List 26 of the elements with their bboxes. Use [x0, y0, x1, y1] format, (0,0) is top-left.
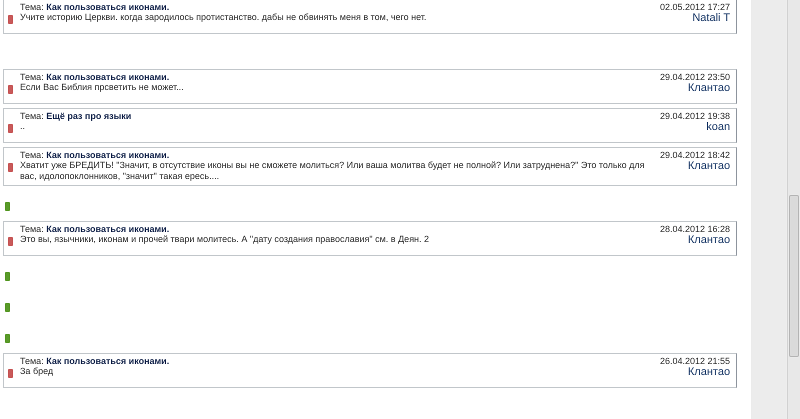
post-text: Если Вас Библия прсветить не может...	[20, 82, 184, 93]
author-link[interactable]: Клантао	[688, 234, 730, 246]
topic-title[interactable]: Тема: Ещё раз про языки	[20, 111, 132, 121]
post-date: 02.05.2012 17:27	[660, 2, 730, 12]
post-date: 29.04.2012 18:42	[660, 150, 730, 160]
author-link[interactable]: Клантао	[688, 82, 730, 94]
post-date: 26.04.2012 21:55	[660, 356, 730, 366]
author-link[interactable]: Natali T	[692, 12, 730, 24]
post-date: 29.04.2012 19:38	[660, 111, 730, 121]
post-text: Хватит уже БРЕДИТЬ! "Значит, в отсутствие иконы вы не сможете молиться? Или ваша молитва будет не полной? Или затруднена?" Это только для вас, идолопоклонников, "значит" такая ересь....	[20, 160, 646, 182]
author-link[interactable]: koan	[706, 121, 730, 133]
author-link[interactable]: Клантао	[688, 366, 730, 378]
post-text: Это вы, язычники, иконам и прочей твари молитесь. А "дату создания православия" см. в Деян. 2	[20, 234, 430, 245]
topic-title[interactable]: Тема: Как пользоваться иконами.	[20, 72, 170, 82]
topic-title[interactable]: Тема: Как пользоваться иконами.	[20, 356, 170, 366]
post-date: 28.04.2012 16:28	[660, 224, 730, 234]
topic-title[interactable]: Тема: Как пользоваться иконами.	[20, 224, 170, 234]
author-link[interactable]: Клантао	[688, 160, 730, 172]
post-date: 29.04.2012 23:50	[660, 72, 730, 82]
scrollbar-thumb[interactable]	[789, 195, 799, 357]
scrollbar[interactable]	[787, 0, 800, 419]
topic-title[interactable]: Тема: Как пользоваться иконами.	[20, 150, 170, 160]
post-text: Учите историю Церкви. когда зародилось протистанство. дабы не обвинять меня в том, чего нет.	[20, 12, 426, 23]
post-text: За бред	[20, 366, 54, 377]
topic-title[interactable]: Тема: Как пользоваться иконами.	[20, 2, 170, 12]
post-text: ..	[20, 121, 26, 132]
